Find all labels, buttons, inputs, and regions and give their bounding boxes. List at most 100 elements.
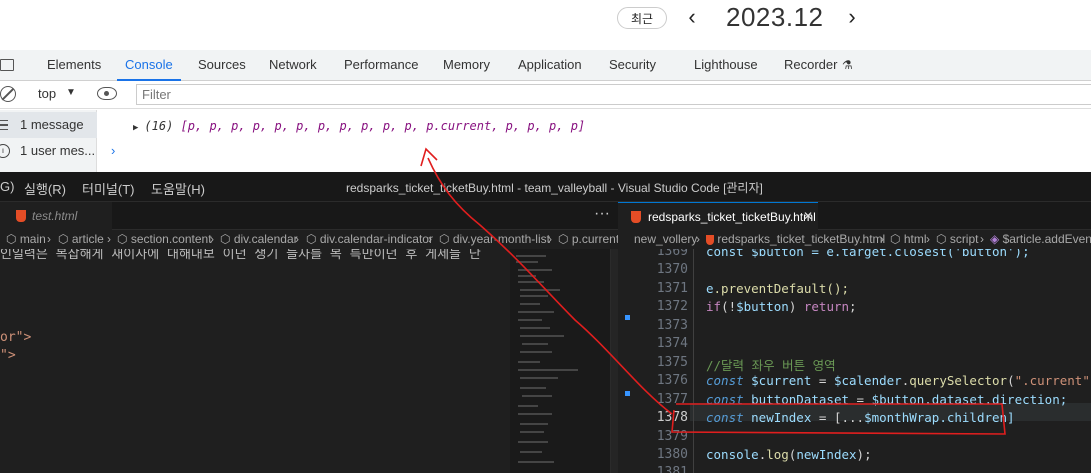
breadcrumb-sep: › [980,232,984,246]
tab-elements[interactable]: Elements [47,50,101,80]
more-actions-icon[interactable]: ··· [594,205,610,223]
tab-sources[interactable]: Sources [198,50,246,80]
breadcrumb-html[interactable]: ⬡ html [890,232,926,246]
html5-icon [16,210,26,222]
breadcrumb-sep: › [47,232,51,246]
breadcrumb-article[interactable]: ⬡ article [58,232,104,246]
tab-application[interactable]: Application [518,50,582,80]
breadcrumb-year-month-list[interactable]: ⬡ div.year-month-list [439,232,550,246]
code-line: const buttonDataset = $button.dataset.di… [706,392,1068,407]
change-marker [625,391,630,396]
line-number: 1376 [656,373,688,388]
menu-help[interactable]: 도움말(H) [151,179,205,198]
line-number: 1377 [656,392,688,407]
tab-label: redsparks_ticket_ticketBuy.html [648,210,816,224]
breadcrumb-sep: › [926,232,930,246]
context-select[interactable]: top [38,86,56,101]
console-prompt[interactable]: › [111,143,115,158]
code-comment: //달력 좌우 버튼 영역 [706,358,836,373]
dock-icon[interactable] [0,59,14,71]
breadcrumb-sep: › [428,232,432,246]
breadcrumb-indicator[interactable]: ⬡ div.calendar-indicator [306,232,433,246]
minimap[interactable] [510,249,610,473]
line-number: 1372 [656,299,688,314]
line-number: 1373 [656,318,688,333]
window-title: redsparks_ticket_ticketBuy.html - team_v… [346,181,763,195]
right-tabbar: redsparks_ticket_ticketBuy.html ✕ [618,202,1091,230]
line-number: 1371 [656,281,688,296]
html5-icon [631,211,641,223]
menu-go[interactable]: G) [0,179,14,194]
next-month-button[interactable]: › [843,4,861,30]
user-icon: ı [0,144,10,158]
tab-ticketbuy-html[interactable]: redsparks_ticket_ticketBuy.html ✕ [618,202,818,230]
sidebar-item-user-messages[interactable]: ı 1 user mes... [0,138,97,164]
vscode-titlebar: G) 실행(R) 터미널(T) 도움말(H) redsparks_ticket_… [0,172,1091,202]
year-month-label: 2023.12 [726,2,824,32]
indent-guide [693,249,694,473]
vscode-window: G) 실행(R) 터미널(T) 도움말(H) redsparks_ticket_… [0,172,1091,473]
console-sidebar: 1 message ı 1 user mes... [0,110,97,172]
breadcrumb-script[interactable]: ⬡ script [936,232,978,246]
code-line: console.log(newIndex); [706,447,872,462]
code-line: 인일력은 복잡해게 새이사에 대해내보 이던 생기 들자를 복 특만이던 후 게… [0,249,481,262]
clear-console-icon[interactable] [0,86,16,102]
breadcrumb-file[interactable]: redsparks_ticket_ticketBuy.html [706,232,885,246]
line-number: 1381 [656,465,688,473]
line-number: 1374 [656,336,688,351]
breadcrumb-calendar[interactable]: ⬡ div.calendar [220,232,298,246]
console-output: ▶ (16) [p, p, p, p, p, p, p, p, p, p, p, … [97,110,1091,172]
breadcrumb-main[interactable]: ⬡ main [6,232,46,246]
filter-input[interactable] [136,84,1091,105]
left-editor[interactable]: 인일력은 복잡해게 새이사에 대해내보 이던 생기 들자를 복 특만이던 후 게… [0,249,510,473]
live-expression-eye-icon[interactable] [97,87,117,100]
tab-recorder[interactable]: Recorder [784,50,837,80]
breadcrumb-folder[interactable]: new_vollery [634,232,697,246]
tab-test-html[interactable]: test.html [0,202,112,230]
close-icon[interactable]: ✕ [803,209,813,223]
recent-button[interactable]: 최근 [617,7,667,29]
tab-security[interactable]: Security [609,50,656,80]
menu-terminal[interactable]: 터미널(T) [82,179,134,198]
tab-lighthouse[interactable]: Lighthouse [694,50,758,80]
caret-down-icon[interactable]: ▼ [66,87,76,98]
breadcrumb-section[interactable]: ⬡ section.content [117,232,212,246]
breadcrumb: new_vollery › redsparks_ticket_ticketBuy… [618,230,1091,249]
list-icon [0,120,8,130]
sidebar-item-messages[interactable]: 1 message [0,112,97,138]
tab-network[interactable]: Network [269,50,317,80]
sidebar-item-label: 1 user mes... [20,143,96,158]
expand-triangle-icon[interactable]: ▶ [133,123,138,133]
log-entry[interactable]: ▶ (16) [p, p, p, p, p, p, p, p, p, p, p, … [133,119,585,133]
log-array: [p, p, p, p, p, p, p, p, p, p, p, p.curr… [180,119,586,133]
left-scrollbar[interactable] [610,249,618,473]
breadcrumb-sep: › [880,232,884,246]
code-line-current: const newIndex = [...$monthWrap.children… [706,410,1015,425]
change-marker [625,315,630,320]
prev-month-button[interactable]: ‹ [683,4,701,30]
breadcrumb-event[interactable]: ◈ $article.addEventL [990,232,1091,246]
code-line: e.preventDefault(); [706,281,849,296]
line-number: 1380 [656,447,688,462]
tab-performance[interactable]: Performance [344,50,418,80]
html5-icon [706,235,714,245]
code-line: if(!$button) return; [706,299,857,314]
breadcrumb-current[interactable]: ⬡ p.current [558,232,618,246]
calendar-header: 최근 ‹ 2023.12 › [0,0,1091,50]
code-line: const $button = e.target.closest('button… [706,249,1030,259]
console-toolbar: top ▼ [0,81,1091,109]
breadcrumb-sep: › [295,232,299,246]
breadcrumb-sep: › [107,232,111,246]
breadcrumb-sep: › [548,232,552,246]
log-count: (16) [144,119,174,133]
devtools-tabbar: Elements Console Sources Network Perform… [0,50,1091,81]
sidebar-item-label: 1 message [20,117,84,132]
menu-run[interactable]: 실행(R) [24,179,66,198]
tab-label: test.html [32,209,78,223]
code-line: or"> [0,330,32,345]
tab-console[interactable]: Console [117,50,181,81]
code-line: "> [0,348,16,363]
left-tabbar: test.html ··· [0,202,618,230]
right-editor[interactable]: 1369 1370 1371 1372 1373 1374 1375 1376 … [618,249,1091,473]
tab-memory[interactable]: Memory [443,50,490,80]
